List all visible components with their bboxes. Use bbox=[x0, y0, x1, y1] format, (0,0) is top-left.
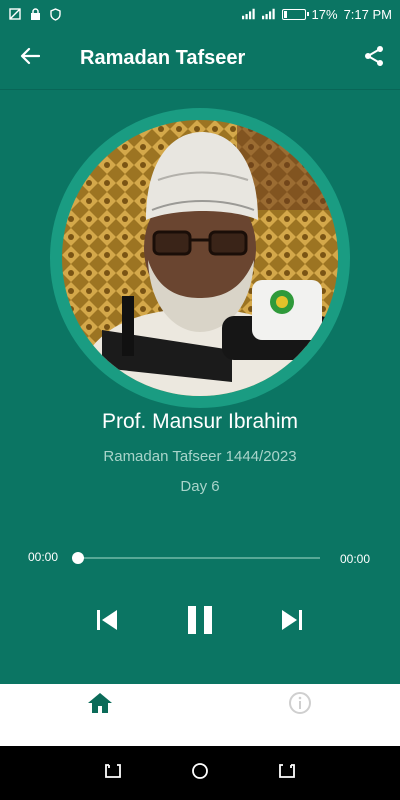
player-screen: 17% 7:17 PM Ramadan Tafseer Prof. Mansur… bbox=[0, 0, 400, 800]
track-title: Prof. Mansur Ibrahim bbox=[101, 410, 299, 433]
share-icon bbox=[363, 45, 385, 72]
playback-controls bbox=[0, 598, 400, 646]
nav-info[interactable] bbox=[200, 684, 400, 746]
lock-icon bbox=[28, 7, 42, 21]
status-left-icons bbox=[8, 7, 62, 21]
nav-home[interactable] bbox=[0, 684, 200, 746]
page-title: Ramadan Tafseer bbox=[80, 47, 246, 69]
status-right-icons: 17% 7:17 PM bbox=[241, 6, 392, 22]
album-artwork bbox=[50, 108, 350, 408]
pause-button[interactable] bbox=[176, 598, 224, 646]
seek-bar[interactable] bbox=[72, 552, 320, 564]
battery-icon bbox=[281, 8, 309, 20]
info-icon bbox=[288, 691, 312, 720]
screenshot-icon bbox=[8, 7, 22, 21]
app-bar: Ramadan Tafseer bbox=[0, 28, 400, 90]
skip-previous-icon bbox=[95, 608, 119, 637]
skip-next-icon bbox=[280, 608, 304, 637]
total-time: 00:00 bbox=[340, 552, 371, 566]
speaker-portrait bbox=[62, 120, 338, 396]
signal-icon bbox=[241, 7, 256, 21]
back-button[interactable] bbox=[0, 28, 60, 90]
previous-button[interactable] bbox=[83, 598, 131, 646]
battery-percent: 17% bbox=[311, 6, 338, 22]
bottom-navigation bbox=[0, 684, 400, 746]
share-button[interactable] bbox=[348, 28, 400, 90]
system-navigation-bar bbox=[0, 746, 400, 800]
next-button[interactable] bbox=[268, 598, 316, 646]
arrow-back-icon bbox=[20, 47, 41, 70]
home-icon bbox=[87, 691, 113, 720]
clock: 7:17 PM bbox=[343, 6, 392, 22]
recents-icon[interactable] bbox=[104, 763, 122, 784]
back-system-icon[interactable] bbox=[278, 763, 296, 784]
seek-thumb[interactable] bbox=[72, 552, 84, 564]
home-system-icon[interactable] bbox=[191, 762, 209, 785]
status-bar: 17% 7:17 PM bbox=[0, 0, 400, 28]
signal-icon bbox=[261, 7, 276, 21]
pause-icon bbox=[187, 605, 213, 640]
track-subtitle: Ramadan Tafseer 1444/2023 bbox=[103, 448, 297, 465]
track-episode: Day 6 bbox=[180, 478, 220, 495]
current-time: 00:00 bbox=[28, 550, 59, 564]
battery-level bbox=[283, 10, 287, 18]
shield-icon bbox=[48, 7, 62, 21]
